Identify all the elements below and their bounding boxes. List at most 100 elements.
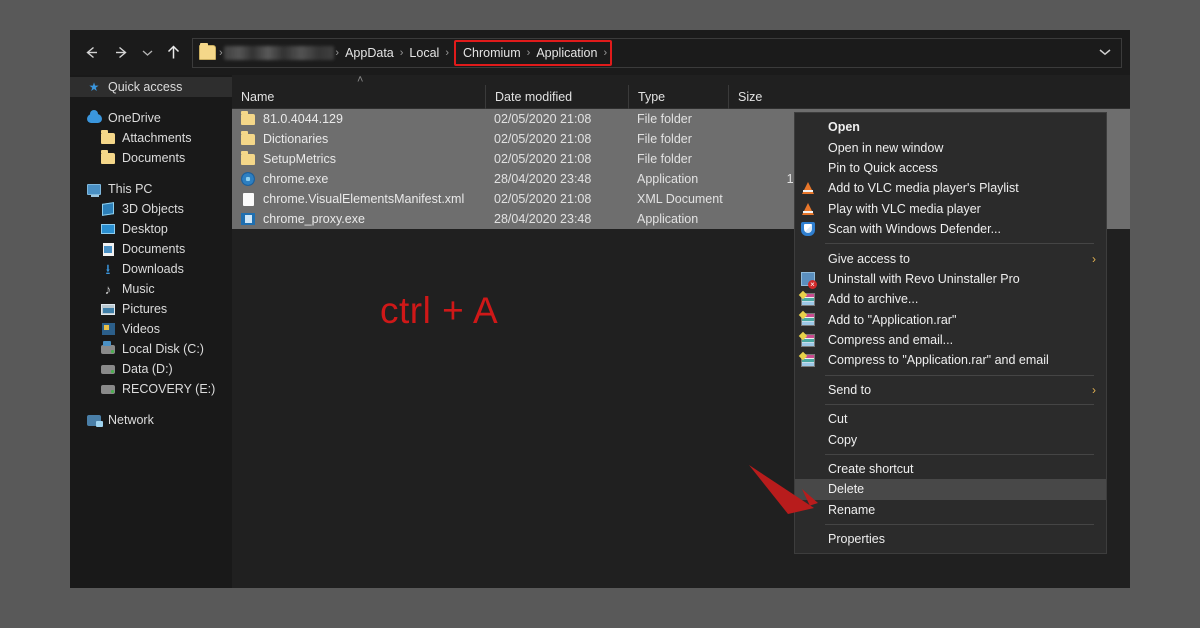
- sidebar-item-label: Quick access: [108, 80, 183, 94]
- breadcrumb-item-chromium[interactable]: Chromium: [458, 46, 526, 60]
- file-type: Application: [637, 212, 699, 226]
- music-icon: ♪: [104, 281, 112, 297]
- address-dropdown-chevron-down-icon[interactable]: [1099, 47, 1111, 59]
- menu-item-pin-to-quick-access[interactable]: Pin to Quick access: [795, 158, 1106, 178]
- up-icon[interactable]: [158, 37, 188, 69]
- sidebar-item-attachments[interactable]: Attachments: [70, 128, 232, 148]
- sidebar-item-downloads[interactable]: ⭳ Downloads: [70, 259, 232, 279]
- menu-item-delete[interactable]: Delete: [795, 479, 1106, 500]
- folder-icon: [240, 111, 256, 127]
- folder-icon: [240, 131, 256, 147]
- chrome-proxy-icon: [240, 211, 256, 227]
- menu-item-rename[interactable]: Rename: [795, 500, 1106, 520]
- file-type: File folder: [637, 112, 692, 126]
- star-icon: ★: [88, 80, 100, 94]
- sidebar-item-label: Documents: [122, 151, 186, 165]
- delete-pointer-arrow-icon: [744, 462, 840, 523]
- sidebar-item-onedrive-documents[interactable]: Documents: [70, 148, 232, 168]
- network-icon: [86, 412, 103, 428]
- menu-item-uninstall-with-revo[interactable]: Uninstall with Revo Uninstaller Pro: [795, 269, 1106, 289]
- menu-item-compress-to-application-rar-and-email[interactable]: Compress to "Application.rar" and email: [795, 350, 1106, 370]
- cloud-icon: [86, 109, 102, 126]
- sidebar-item-label: Local Disk (C:): [122, 342, 204, 356]
- winrar-icon: [797, 311, 819, 328]
- menu-item-add-to-application-rar[interactable]: Add to "Application.rar": [795, 310, 1106, 330]
- sidebar-item-network[interactable]: Network: [70, 410, 232, 430]
- file-date: 02/05/2020 21:08: [494, 112, 592, 126]
- menu-item-give-access-to[interactable]: Give access to ›: [795, 248, 1106, 268]
- winrar-icon: [797, 332, 819, 349]
- file-name-cell: Dictionaries: [232, 131, 485, 147]
- menu-item-label: Pin to Quick access: [828, 160, 938, 175]
- menu-item-cut[interactable]: Cut: [795, 409, 1106, 429]
- winrar-icon: [797, 291, 819, 308]
- menu-item-open[interactable]: Open: [795, 117, 1106, 137]
- menu-item-label: Compress and email...: [828, 333, 954, 348]
- column-header-size[interactable]: Size: [728, 84, 810, 109]
- menu-item-scan-with-windows-defender[interactable]: Scan with Windows Defender...: [795, 219, 1106, 239]
- sidebar-item-music[interactable]: ♪ Music: [70, 279, 232, 299]
- recent-locations-chevron-down-icon[interactable]: [136, 37, 158, 69]
- menu-item-open-in-new-window[interactable]: Open in new window: [795, 137, 1106, 157]
- sidebar-item-label: Desktop: [122, 222, 168, 236]
- breadcrumb-item-appdata[interactable]: AppData: [340, 46, 399, 60]
- sidebar-item-label: This PC: [108, 182, 153, 196]
- file-date: 02/05/2020 21:08: [494, 152, 592, 166]
- breadcrumb-separator: ›: [445, 46, 449, 59]
- menu-item-label: Copy: [828, 432, 858, 447]
- menu-item-properties[interactable]: Properties: [795, 529, 1106, 549]
- breadcrumb-separator: ›: [603, 46, 608, 59]
- file-name-cell: chrome.VisualElementsManifest.xml: [232, 191, 485, 207]
- file-date: 02/05/2020 21:08: [494, 132, 592, 146]
- address-bar[interactable]: › Amin Rodhi Alawy › AppData › Local › C…: [192, 37, 1122, 68]
- file-type: File folder: [637, 132, 692, 146]
- sidebar-item-recovery-e[interactable]: RECOVERY (E:): [70, 379, 232, 399]
- sidebar-item-data-d[interactable]: Data (D:): [70, 359, 232, 379]
- screenshot-stage: › Amin Rodhi Alawy › AppData › Local › C…: [0, 0, 1200, 628]
- sidebar-item-onedrive[interactable]: OneDrive: [70, 108, 232, 128]
- sidebar-item-label: Music: [122, 282, 155, 296]
- file-name: chrome_proxy.exe: [263, 212, 365, 226]
- menu-item-copy[interactable]: Copy: [795, 429, 1106, 449]
- system-drive-icon: [100, 340, 116, 357]
- sidebar-item-label: Data (D:): [122, 362, 173, 376]
- sidebar-item-label: OneDrive: [108, 111, 161, 125]
- breadcrumb-highlight-box: Chromium › Application ›: [453, 39, 613, 66]
- sidebar-item-pictures[interactable]: Pictures: [70, 299, 232, 319]
- menu-item-add-to-vlc-playlist[interactable]: Add to VLC media player's Playlist: [795, 178, 1106, 198]
- back-icon[interactable]: [76, 37, 106, 69]
- column-header-type[interactable]: Type: [628, 84, 728, 109]
- menu-item-create-shortcut[interactable]: Create shortcut: [795, 459, 1106, 479]
- menu-item-label: Send to: [828, 382, 872, 397]
- sidebar-item-local-disk-c[interactable]: Local Disk (C:): [70, 339, 232, 359]
- sidebar-item-documents[interactable]: Documents: [70, 239, 232, 259]
- folder-icon: [199, 43, 216, 60]
- vlc-icon: [797, 180, 819, 197]
- file-date: 28/04/2020 23:48: [494, 212, 592, 226]
- menu-item-label: Add to "Application.rar": [828, 312, 957, 327]
- menu-item-label: Play with VLC media player: [828, 201, 981, 216]
- column-header-date-modified[interactable]: Date modified: [485, 84, 628, 109]
- this-pc-icon: [86, 181, 102, 197]
- menu-item-play-with-vlc[interactable]: Play with VLC media player: [795, 199, 1106, 219]
- forward-icon[interactable]: [106, 37, 136, 69]
- breadcrumb-item-user[interactable]: Amin Rodhi Alawy: [223, 45, 335, 60]
- file-name: Dictionaries: [263, 132, 329, 146]
- sort-ascending-icon[interactable]: ˄: [357, 75, 363, 86]
- breadcrumb-item-local[interactable]: Local: [404, 46, 444, 60]
- menu-divider: [825, 524, 1094, 526]
- menu-item-label: Cut: [828, 412, 848, 427]
- sidebar-item-this-pc[interactable]: This PC: [70, 179, 232, 199]
- menu-item-label: Scan with Windows Defender...: [828, 222, 1001, 237]
- sidebar-item-quick-access[interactable]: ★ Quick access: [70, 77, 232, 97]
- sidebar-item-desktop[interactable]: Desktop: [70, 219, 232, 239]
- drive-icon: [100, 361, 116, 377]
- sidebar-item-videos[interactable]: Videos: [70, 319, 232, 339]
- sidebar-item-3d-objects[interactable]: 3D Objects: [70, 199, 232, 219]
- column-header-name[interactable]: Name: [232, 85, 485, 109]
- breadcrumb-item-application[interactable]: Application: [531, 46, 602, 60]
- menu-item-compress-and-email[interactable]: Compress and email...: [795, 330, 1106, 350]
- menu-item-add-to-archive[interactable]: Add to archive...: [795, 289, 1106, 309]
- menu-item-send-to[interactable]: Send to ›: [795, 380, 1106, 400]
